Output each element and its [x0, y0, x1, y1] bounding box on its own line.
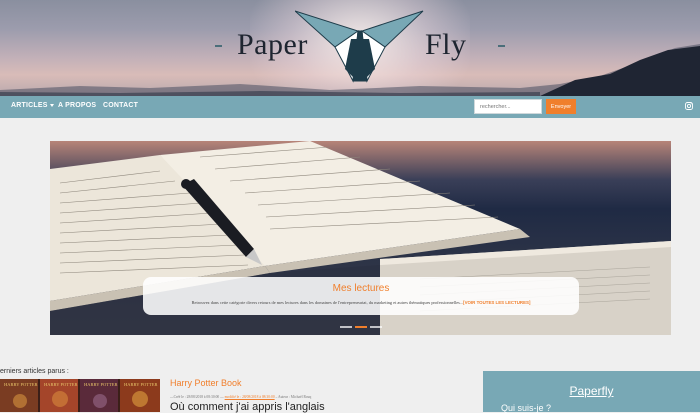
search-submit-button[interactable]: Envoyer	[546, 99, 576, 114]
svg-text:HARRY POTTER: HARRY POTTER	[124, 382, 157, 387]
brand-word-fly: Fly	[425, 28, 467, 61]
sidebar-title[interactable]: Paperfly	[483, 384, 700, 398]
hero-description: Retrouvez dans cette catégorie divers re…	[143, 300, 579, 305]
svg-text:HARRY POTTER: HARRY POTTER	[4, 382, 37, 387]
nav-item-articles-label: ARTICLES	[11, 102, 48, 109]
post-meta-modified[interactable]: modifié le : 28/08/2018 à 08:30:00	[225, 395, 275, 399]
post-meta-created: —Créé le : 28/08/2018 à 08:30:00 —	[170, 395, 225, 399]
slider-dot-2[interactable]	[355, 326, 367, 328]
search-input[interactable]	[474, 99, 542, 114]
post-title-harry-potter[interactable]: Harry Potter Book	[170, 378, 242, 388]
slider-dot-3[interactable]	[370, 326, 382, 328]
svg-text:HARRY POTTER: HARRY POTTER	[84, 382, 117, 387]
latest-articles-heading: erniers articles parus :	[0, 368, 69, 375]
hero-see-all-link[interactable]: [VOIR TOUTES LES LECTURES]	[463, 300, 530, 305]
paper-plane-logo-icon[interactable]	[295, 9, 425, 89]
post-meta-author: – Auteur : Michaël Rouq	[274, 395, 312, 399]
brand-dash-right	[498, 45, 505, 47]
chevron-down-icon	[49, 103, 54, 107]
harry-potter-thumbnail[interactable]: HARRY POTTER HARRY POTTER HARRY POTTER H…	[0, 379, 160, 412]
book-covers-image: HARRY POTTER HARRY POTTER HARRY POTTER H…	[0, 379, 160, 412]
instagram-icon[interactable]	[685, 102, 693, 110]
main-navbar: ARTICLES A PROPOS CONTACT	[0, 96, 700, 118]
post-title-anglais[interactable]: Où comment j'ai appris l'anglais	[170, 401, 325, 413]
nav-item-contact[interactable]: CONTACT	[103, 102, 138, 109]
brand-dash-left	[215, 45, 222, 47]
hero-caption: Mes lectures Retrouvez dans cette catégo…	[143, 277, 579, 315]
hero-description-text: Retrouvez dans cette catégorie divers re…	[191, 300, 464, 305]
nav-item-a-propos[interactable]: A PROPOS	[58, 102, 96, 109]
hero-title[interactable]: Mes lectures	[143, 283, 579, 294]
svg-text:HARRY POTTER: HARRY POTTER	[44, 382, 77, 387]
header-banner: Paper Fly	[0, 0, 700, 96]
post-meta: —Créé le : 28/08/2018 à 08:30:00 — modif…	[170, 395, 311, 399]
slider-dot-1[interactable]	[340, 326, 352, 328]
sidebar-widget: Paperfly Qui suis-je ?	[483, 371, 700, 413]
nav-item-articles[interactable]: ARTICLES	[11, 102, 54, 109]
